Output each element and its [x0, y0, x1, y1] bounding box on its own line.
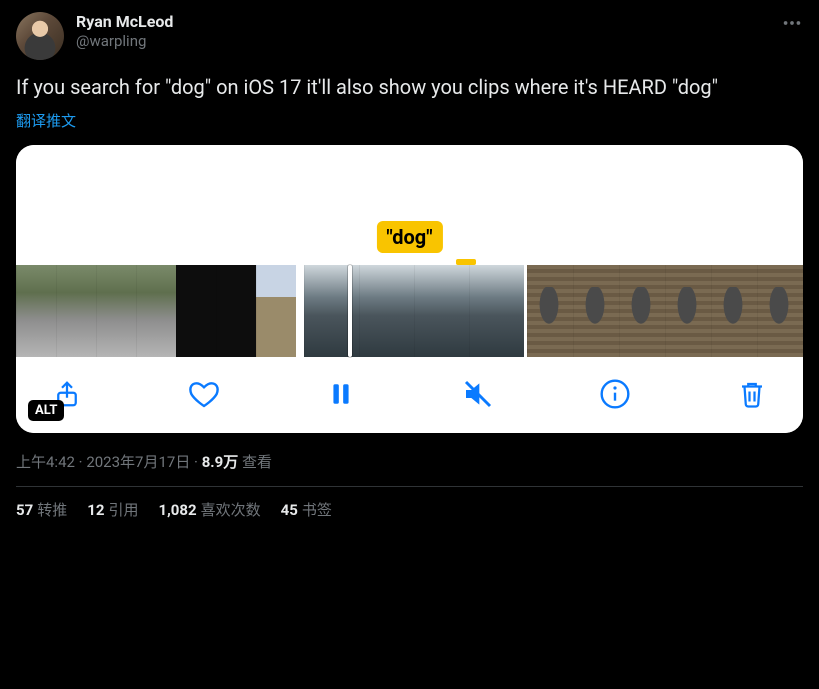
pause-icon [328, 379, 354, 409]
stat-label: 喜欢次数 [201, 501, 261, 519]
meta-sep: · [190, 453, 201, 471]
frame [619, 265, 665, 357]
stat-count: 12 [87, 501, 104, 519]
frame [56, 265, 96, 357]
stat-label: 转推 [37, 501, 67, 519]
media-toolbar [16, 357, 803, 433]
stat-label: 引用 [108, 501, 138, 519]
clip-group-3 [527, 265, 803, 357]
media-preview-top: "dog" [16, 145, 803, 265]
more-button[interactable] [781, 12, 803, 34]
frame [757, 265, 803, 357]
frame [216, 265, 256, 357]
caption-tick [456, 259, 476, 265]
translate-link[interactable]: 翻译推文 [16, 110, 76, 131]
ellipsis-icon [781, 12, 803, 34]
tweet-header: Ryan McLeod @warpling [16, 12, 803, 60]
avatar[interactable] [16, 12, 64, 60]
frame [96, 265, 136, 357]
tweet-stats: 57转推 12引用 1,082 喜欢次数 45书签 [16, 499, 803, 520]
tweet-time[interactable]: 上午4:42 [16, 453, 75, 471]
likes-stat[interactable]: 1,082 喜欢次数 [158, 499, 260, 520]
frame [665, 265, 711, 357]
quotes-stat[interactable]: 12引用 [87, 499, 138, 520]
video-filmstrip[interactable] [16, 265, 803, 357]
frame [573, 265, 619, 357]
mute-icon [462, 378, 494, 410]
stat-count: 57 [16, 501, 33, 519]
like-button[interactable] [187, 377, 221, 411]
frame [176, 265, 216, 357]
info-icon [599, 378, 631, 410]
stat-count: 45 [281, 501, 298, 519]
frame [527, 265, 573, 357]
stat-count: 1,082 [158, 501, 196, 519]
frame [256, 265, 296, 357]
user-handle[interactable]: @warpling [76, 32, 173, 51]
retweets-stat[interactable]: 57转推 [16, 499, 67, 520]
caption-bubble: "dog" [376, 221, 442, 253]
frame [711, 265, 757, 357]
clip-group-2 [304, 265, 524, 357]
clip-group-1 [16, 265, 296, 357]
pause-button[interactable] [324, 377, 358, 411]
tweet-date[interactable]: 2023年7月17日 [86, 453, 190, 471]
views-label: 查看 [242, 453, 272, 471]
display-name[interactable]: Ryan McLeod [76, 12, 173, 32]
divider [16, 486, 803, 487]
stat-label: 书签 [302, 501, 332, 519]
heart-icon [188, 378, 220, 410]
user-info: Ryan McLeod @warpling [76, 12, 173, 51]
alt-badge[interactable]: ALT [28, 400, 64, 421]
media-attachment[interactable]: "dog" [16, 145, 803, 433]
info-button[interactable] [598, 377, 632, 411]
tweet-text: If you search for "dog" on iOS 17 it'll … [16, 74, 803, 100]
frame [136, 265, 176, 357]
tweet-meta: 上午4:42 · 2023年7月17日 · 8.9万 查看 [16, 451, 803, 472]
bookmarks-stat[interactable]: 45书签 [281, 499, 332, 520]
mute-button[interactable] [461, 377, 495, 411]
frame [359, 265, 414, 357]
playhead[interactable] [348, 265, 352, 357]
trash-icon [737, 378, 767, 410]
frame [16, 265, 56, 357]
frame [469, 265, 524, 357]
trash-button[interactable] [735, 377, 769, 411]
meta-sep: · [75, 453, 86, 471]
frame [414, 265, 469, 357]
views-count: 8.9万 [202, 453, 239, 471]
